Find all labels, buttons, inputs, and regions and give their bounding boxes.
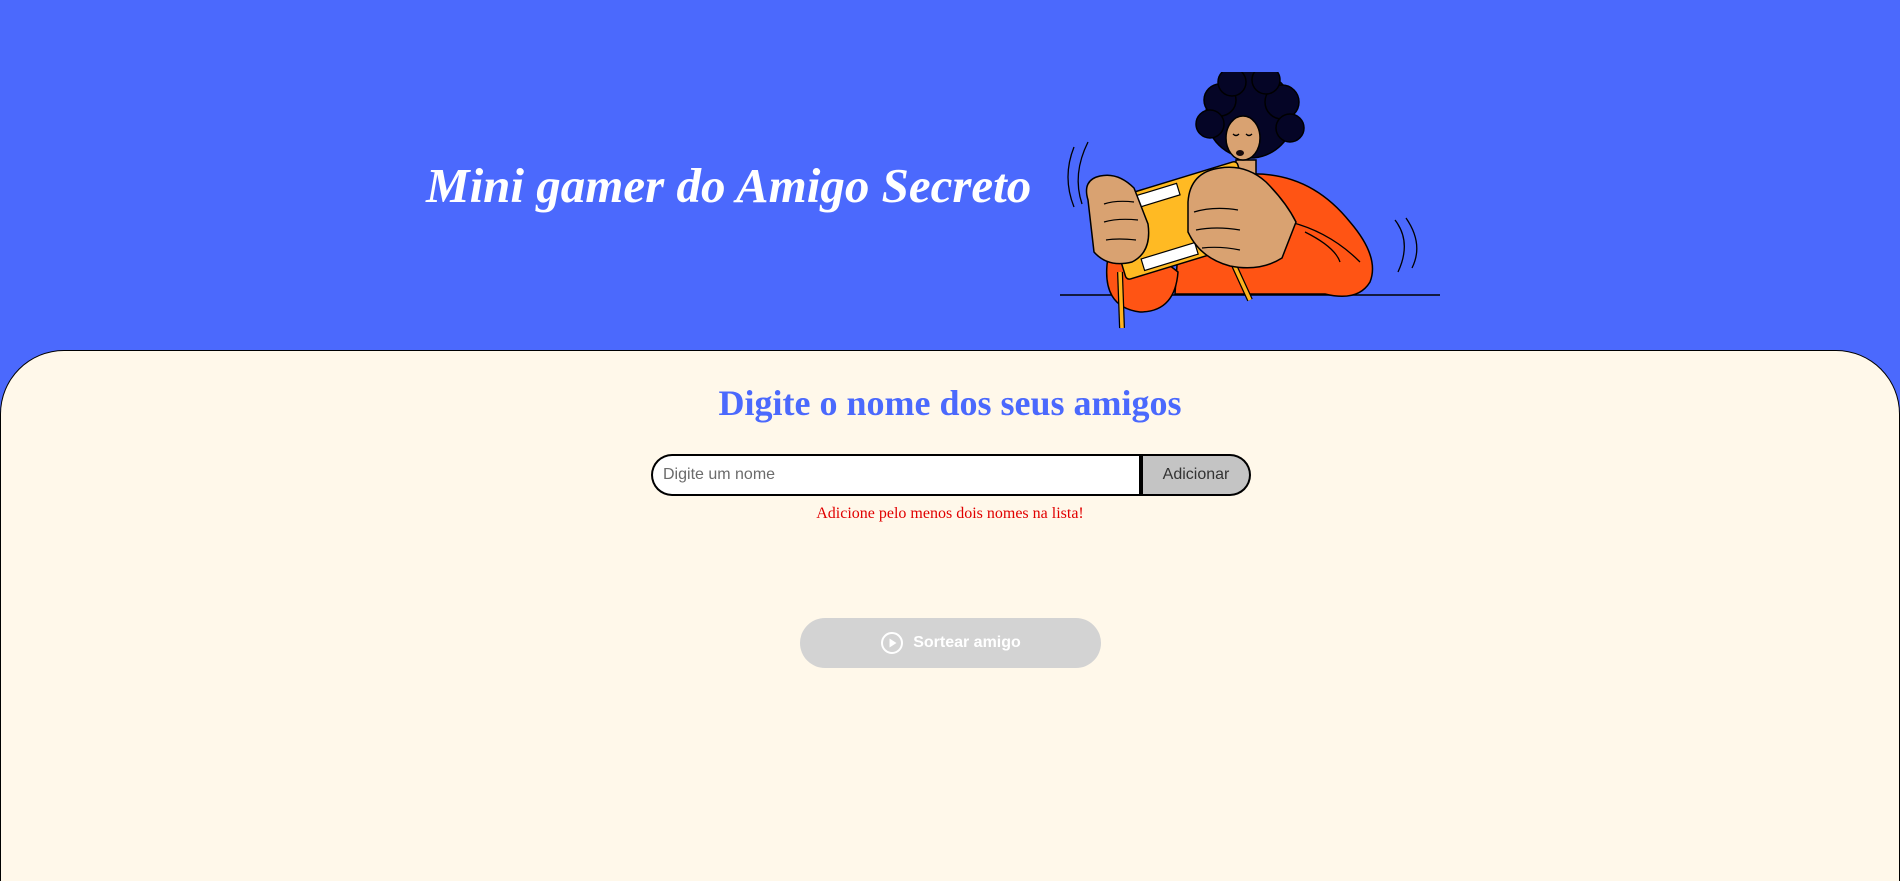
name-input-group: Adicionar: [651, 454, 1251, 496]
draw-button-label: Sortear amigo: [913, 634, 1021, 651]
gamer-illustration: [1060, 72, 1440, 329]
header-banner: Mini gamer do Amigo Secreto: [0, 0, 1900, 352]
error-message: Adicione pelo menos dois nomes na lista!: [816, 505, 1084, 522]
add-button[interactable]: Adicionar: [1142, 454, 1251, 496]
draw-friend-button[interactable]: Sortear amigo: [800, 618, 1101, 668]
section-subtitle: Digite o nome dos seus amigos: [718, 383, 1182, 423]
main-panel: Digite o nome dos seus amigos Adicionar …: [0, 350, 1900, 881]
play-circle-icon: [880, 631, 904, 655]
page-title: Mini gamer do Amigo Secreto: [426, 158, 1032, 213]
friend-name-input[interactable]: [651, 454, 1142, 496]
